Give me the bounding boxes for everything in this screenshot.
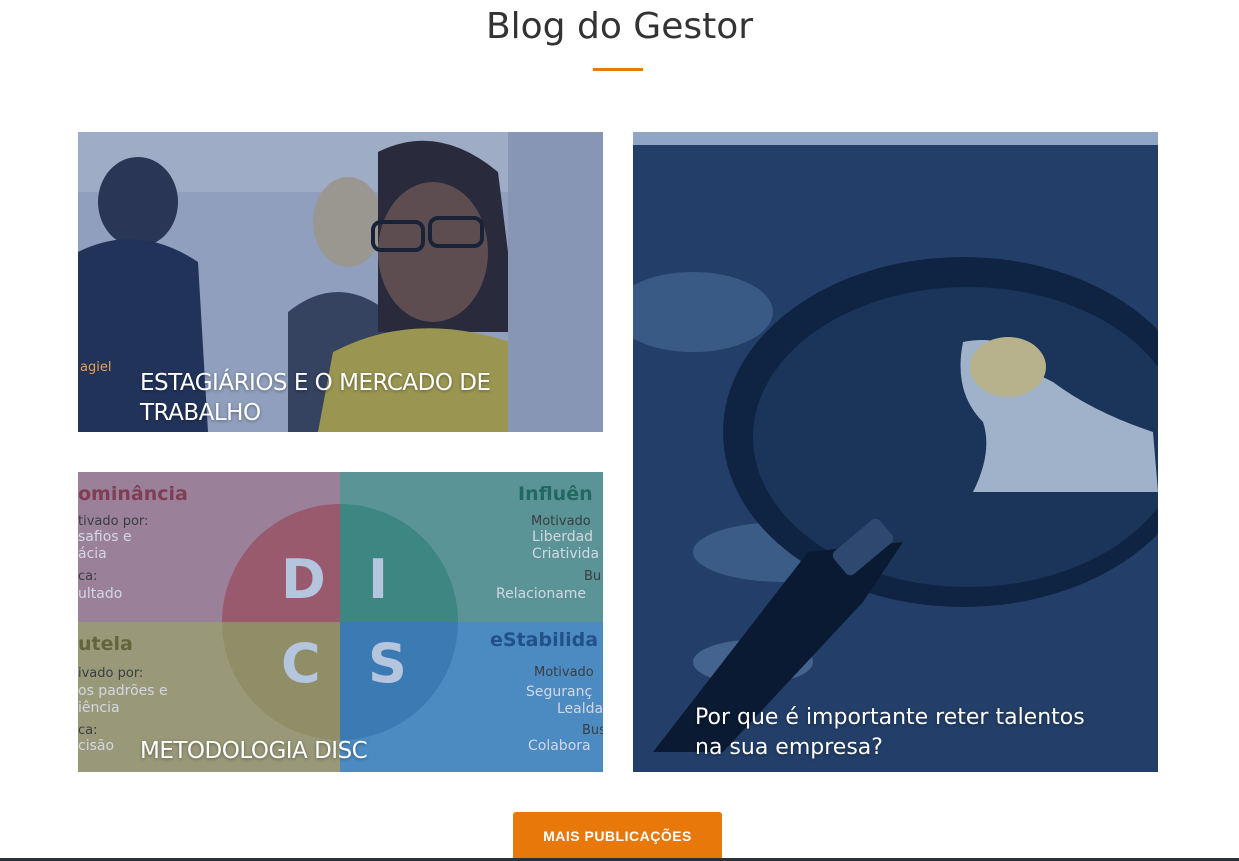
card-caption[interactable]: METODOLOGIA DISC [140,738,368,764]
blog-card-talentos[interactable]: Por que é importante reter talentos na s… [633,132,1158,772]
more-publications-button[interactable]: MAIS PUBLICAÇÕES [513,812,722,860]
card-caption[interactable]: Por que é importante reter talentos na s… [695,703,1115,763]
blog-card-estagiarios[interactable]: agiel ESTAGIÁRIOS E O MERCADO DE TRABALH… [78,132,603,432]
card-caption[interactable]: ESTAGIÁRIOS E O MERCADO DE TRABALHO [140,368,580,428]
agiel-logo: agiel [80,360,112,375]
card-overlay [78,472,603,772]
blog-card-disc[interactable]: D I C S ominância tivado por: safios e á… [78,472,603,772]
section-title: Blog do Gestor [485,6,754,47]
title-underline [593,68,643,71]
card-image-magnifier [633,145,1158,772]
